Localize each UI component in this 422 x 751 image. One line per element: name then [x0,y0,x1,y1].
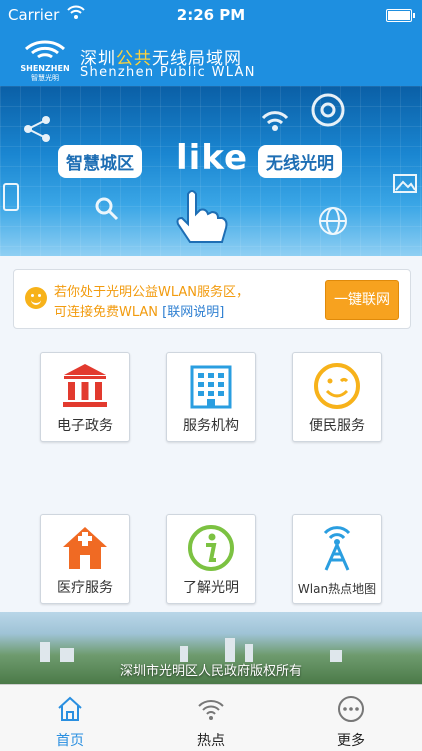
one-click-connect-button[interactable]: 一键联网 [325,280,399,320]
tile-label: 了解光明 [183,580,239,596]
status-bar: Carrier 2:26 PM [0,0,422,30]
tab-bar: 首页 热点 更多 [0,684,422,751]
wifi-icon [198,700,224,720]
hand-pointer-icon [176,190,228,243]
tab-home[interactable]: 首页 [20,685,120,751]
tile-label: 服务机构 [183,418,239,434]
tab-hotspot[interactable]: 热点 [161,685,261,751]
tile-label: 便民服务 [309,418,365,434]
smiley-icon [25,287,47,309]
banner-like-text: like [176,138,249,178]
connect-help-link[interactable]: [联网说明] [162,305,224,320]
tile-label: 电子政务 [57,418,113,434]
promo-banner[interactable]: 智慧城区 like 无线光明 [0,86,422,256]
app-logo: SHENZHEN 智慧光明 [20,35,70,82]
search-banner-icon [95,197,119,221]
smiley-face-icon [314,363,360,409]
tile-about-guangming[interactable]: 了解光明 [166,514,256,604]
tile-label: Wlan热点地图 [297,582,377,596]
wifi-banner-icon [261,111,289,131]
tile-wlan-hotspot-map[interactable]: Wlan热点地图 [292,514,382,604]
tile-public-services[interactable]: 便民服务 [292,352,382,442]
app-header: SHENZHEN 智慧光明 深圳公共无线局域网 Shenzhen Public … [0,30,422,86]
wlan-notice: 若你处于光明公益WLAN服务区， 可连接免费WLAN [联网说明] 一键联网 [13,269,411,329]
info-icon [188,525,234,571]
wifi-tower-icon [323,526,351,571]
tile-service-agencies[interactable]: 服务机构 [166,352,256,442]
svg-text:SHENZHEN: SHENZHEN [20,64,69,73]
phone-icon [3,183,19,211]
svg-text:智慧光明: 智慧光明 [31,73,59,81]
share-icon [24,116,50,142]
at-sign-icon [311,93,345,127]
battery-icon [386,9,415,22]
copyright-text: 深圳市光明区人民政府版权所有 [119,664,302,679]
government-building-icon [63,364,107,407]
globe-icon [319,207,347,235]
notice-text-line1: 若你处于光明公益WLAN服务区， [54,285,250,300]
notice-text-line2: 可连接免费WLAN [联网说明] [54,305,225,320]
banner-pill-wireless: 无线光明 [258,145,342,178]
more-icon [338,696,364,722]
office-building-icon [190,365,232,409]
tile-medical-services[interactable]: 医疗服务 [40,514,130,604]
tab-label: 更多 [337,733,365,749]
home-icon [58,696,82,721]
tab-more[interactable]: 更多 [301,685,401,751]
tile-e-government[interactable]: 电子政务 [40,352,130,442]
hospital-icon [63,527,107,569]
status-time: 2:26 PM [176,6,246,24]
photo-icon [393,174,417,193]
tile-label: 医疗服务 [57,580,113,596]
tab-label: 首页 [56,733,84,749]
tab-label: 热点 [197,733,225,749]
app-title-en: Shenzhen Public WLAN [80,65,256,80]
banner-pill-smart-city: 智慧城区 [58,145,142,178]
